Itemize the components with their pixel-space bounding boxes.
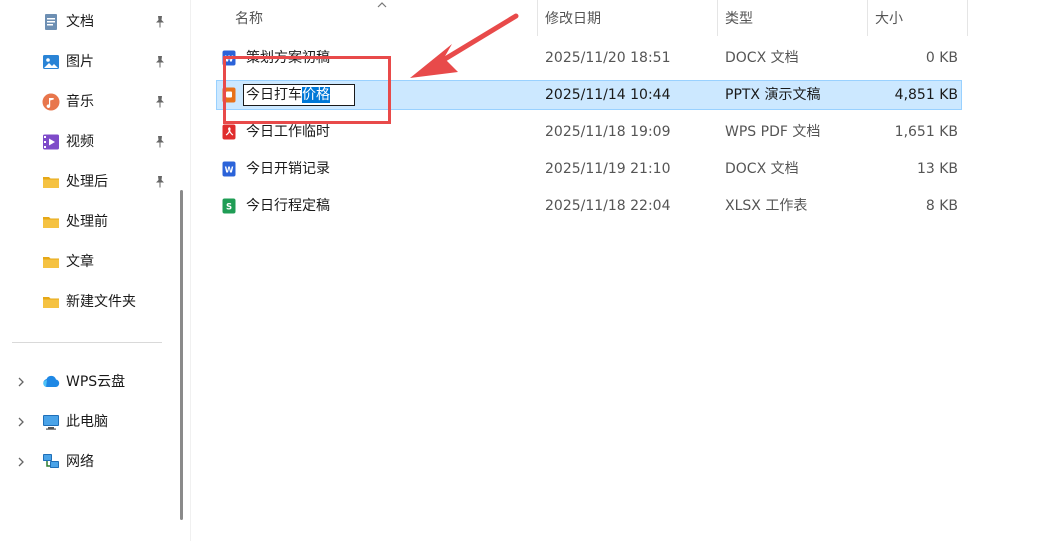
folder-icon — [43, 297, 59, 308]
pin-icon[interactable] — [153, 55, 167, 69]
network-icon — [43, 454, 59, 468]
music-icon — [42, 93, 60, 111]
file-modified: 2025/11/19 21:10 — [545, 161, 671, 177]
computer-icon — [43, 415, 59, 430]
chevron-right-icon[interactable] — [15, 455, 27, 469]
file-modified: 2025/11/20 18:51 — [545, 50, 671, 66]
chevron-right-icon[interactable] — [15, 415, 27, 429]
file-name: 今日行程定稿 — [246, 198, 330, 214]
column-resizer[interactable] — [967, 0, 968, 36]
column-header-label: 名称 — [235, 11, 263, 27]
nav-item-videos[interactable]: 视频 — [0, 122, 172, 162]
nav-item-this-pc[interactable]: 此电脑 — [0, 402, 172, 442]
column-resizer[interactable] — [717, 0, 718, 36]
file-name: 今日开销记录 — [246, 161, 330, 177]
nav-item-folder-unprocessed[interactable]: 处理前 — [0, 202, 172, 242]
nav-item-label: 处理后 — [66, 174, 108, 190]
file-size: 8 KB — [925, 198, 958, 214]
column-header-label: 类型 — [725, 11, 753, 27]
file-type: DOCX 文档 — [725, 50, 799, 66]
column-header-label: 修改日期 — [545, 11, 601, 27]
nav-item-folder-articles[interactable]: 文章 — [0, 242, 172, 282]
nav-item-wps-cloud[interactable]: WPS云盘 — [0, 362, 172, 402]
svg-text:W: W — [225, 166, 234, 175]
nav-item-label: 图片 — [66, 54, 94, 70]
folder-icon — [43, 177, 59, 188]
file-size: 13 KB — [916, 161, 958, 177]
folder-icon — [43, 257, 59, 268]
sidebar-scrollbar-thumb[interactable] — [180, 190, 183, 520]
nav-item-label: 文档 — [66, 14, 94, 30]
docx-icon: W — [222, 161, 236, 177]
file-type: XLSX 工作表 — [725, 198, 808, 214]
file-size: 4,851 KB — [894, 87, 958, 103]
nav-item-label: 此电脑 — [66, 414, 108, 430]
pin-icon[interactable] — [153, 95, 167, 109]
nav-item-label: 新建文件夹 — [66, 294, 136, 310]
pin-icon[interactable] — [153, 15, 167, 29]
pane-separator[interactable] — [190, 0, 191, 541]
column-header-modified[interactable]: 修改日期 — [545, 0, 715, 36]
nav-item-label: 文章 — [66, 254, 94, 270]
file-modified: 2025/11/14 10:44 — [545, 87, 671, 103]
nav-item-network[interactable]: 网络 — [0, 442, 172, 482]
video-icon — [43, 134, 59, 150]
file-size: 0 KB — [925, 50, 958, 66]
column-resizer[interactable] — [537, 0, 538, 36]
pin-icon[interactable] — [153, 135, 167, 149]
pin-icon[interactable] — [153, 175, 167, 189]
file-type: DOCX 文档 — [725, 161, 799, 177]
file-row[interactable]: W 今日开销记录 2025/11/19 21:10 DOCX 文档 13 KB — [216, 154, 962, 184]
sidebar-divider — [12, 342, 162, 343]
column-header-size[interactable]: 大小 — [875, 0, 965, 36]
folder-icon — [43, 217, 59, 228]
column-header-type[interactable]: 类型 — [725, 0, 865, 36]
nav-item-label: 网络 — [66, 454, 94, 470]
annotation-highlight-box — [223, 56, 391, 124]
navigation-pane: 文档 图片 音乐 视频 处理后 处理前 文章 新建文件夹 WPS云盘 此电脑 网… — [0, 0, 190, 541]
annotation-arrow-icon — [410, 13, 519, 78]
chevron-right-icon[interactable] — [15, 375, 27, 389]
pdf-icon — [222, 124, 236, 140]
xlsx-icon: S — [222, 198, 236, 214]
nav-item-pictures[interactable]: 图片 — [0, 42, 172, 82]
file-type: WPS PDF 文档 — [725, 124, 821, 140]
nav-item-label: 视频 — [66, 134, 94, 150]
file-type: PPTX 演示文稿 — [725, 87, 821, 103]
nav-item-documents[interactable]: 文档 — [0, 2, 172, 42]
file-size: 1,651 KB — [894, 124, 958, 140]
nav-item-folder-processed[interactable]: 处理后 — [0, 162, 172, 202]
nav-item-music[interactable]: 音乐 — [0, 82, 172, 122]
file-modified: 2025/11/18 19:09 — [545, 124, 671, 140]
nav-item-label: 音乐 — [66, 94, 94, 110]
document-icon — [45, 14, 57, 30]
file-modified: 2025/11/18 22:04 — [545, 198, 671, 214]
column-resizer[interactable] — [867, 0, 868, 36]
nav-item-label: WPS云盘 — [66, 374, 126, 390]
picture-icon — [43, 55, 59, 69]
nav-item-folder-new[interactable]: 新建文件夹 — [0, 282, 172, 322]
nav-item-label: 处理前 — [66, 214, 108, 230]
column-header-label: 大小 — [875, 11, 903, 27]
cloud-icon — [43, 375, 60, 387]
svg-text:S: S — [226, 203, 232, 213]
file-row[interactable]: S 今日行程定稿 2025/11/18 22:04 XLSX 工作表 8 KB — [216, 191, 962, 221]
